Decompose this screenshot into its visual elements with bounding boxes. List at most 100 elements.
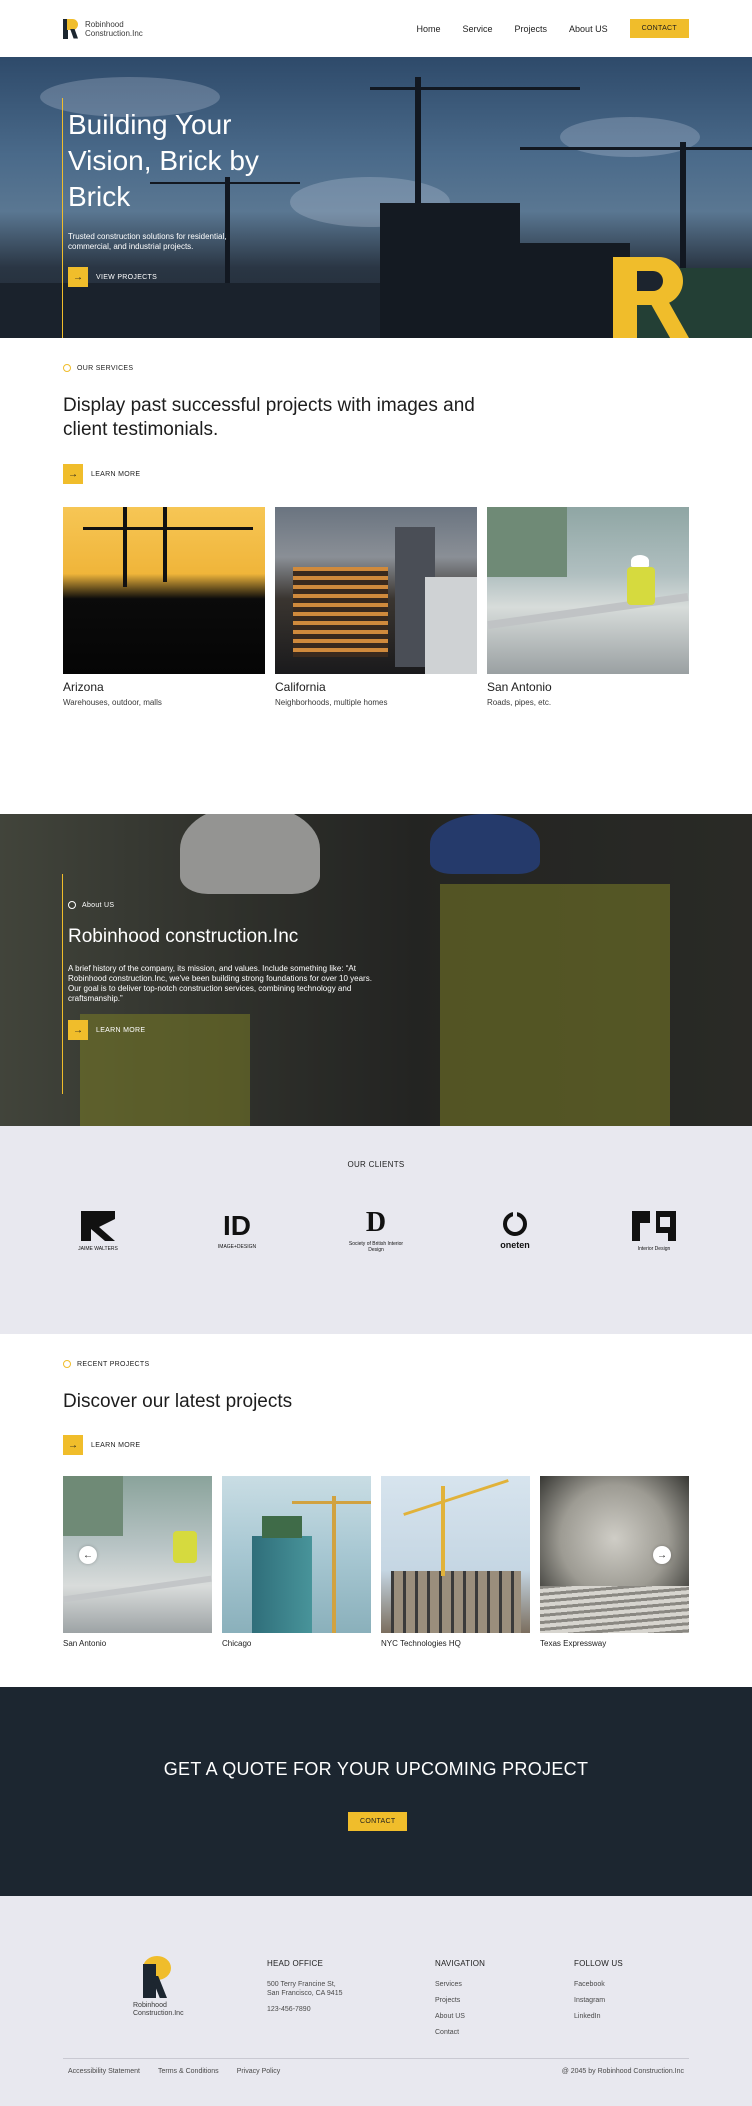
footer-link-projects[interactable]: Projects	[435, 1996, 485, 2005]
terms-link[interactable]: Terms & Conditions	[158, 2068, 219, 2075]
quote-section: GET A QUOTE FOR YOUR UPCOMING PROJECT CO…	[0, 1687, 752, 1896]
brand-name: Robinhood Construction.Inc	[85, 20, 143, 38]
client-glyph: ID	[223, 1210, 251, 1241]
footer-brand-line-1: Robinhood	[133, 2002, 167, 2009]
privacy-link[interactable]: Privacy Policy	[237, 2068, 281, 2075]
client-logo-interior-design: Interior Design	[619, 1209, 689, 1252]
carousel-prev-button[interactable]: ←	[79, 1546, 97, 1564]
client-logo-oneten: oneten	[480, 1211, 550, 1250]
footer-link-services[interactable]: Services	[435, 1980, 485, 1989]
footer-logo-icon[interactable]	[133, 1956, 173, 1998]
service-card[interactable]: Arizona Warehouses, outdoor, malls	[63, 507, 265, 707]
sun-icon	[63, 1360, 71, 1368]
footer-link-facebook[interactable]: Facebook	[574, 1980, 623, 1989]
follow-title: FOLLOW US	[574, 1959, 623, 1968]
service-desc: Neighborhoods, multiple homes	[275, 698, 388, 707]
client-logo-jaime-walters: JAIME WALTERS	[63, 1209, 133, 1252]
hero-section: Building Your Vision, Brick by Brick Tru…	[0, 57, 752, 338]
service-desc: Warehouses, outdoor, malls	[63, 698, 162, 707]
client-caption: Society of British Interior Design	[348, 1241, 404, 1253]
learn-more-label: LEARN MORE	[91, 1441, 141, 1449]
footer-link-linkedin[interactable]: LinkedIn	[574, 2012, 623, 2021]
recent-projects-section: RECENT PROJECTS Discover our latest proj…	[0, 1334, 752, 1687]
about-eyebrow: About US	[68, 901, 114, 909]
address-line-1: 500 Terry Francine St,	[267, 1981, 336, 1988]
footer-brand: Robinhood Construction.Inc	[133, 2002, 184, 2018]
footer-head-office: HEAD OFFICE 500 Terry Francine St, San F…	[267, 1959, 343, 2021]
hero-accent-line	[62, 98, 63, 338]
services-section: OUR SERVICES Display past successful pro…	[0, 338, 752, 814]
footer-follow: FOLLOW US Facebook Instagram LinkedIn	[574, 1959, 623, 2028]
service-name: California	[275, 680, 326, 694]
services-eyebrow: OUR SERVICES	[63, 364, 689, 372]
contact-button[interactable]: CONTACT	[629, 19, 689, 38]
recent-eyebrow-label: RECENT PROJECTS	[77, 1360, 150, 1368]
learn-more-label: LEARN MORE	[91, 470, 141, 478]
footer-link-instagram[interactable]: Instagram	[574, 1996, 623, 2005]
about-learn-more-button[interactable]: → LEARN MORE	[68, 1020, 145, 1040]
carousel-next-button[interactable]: →	[653, 1546, 671, 1564]
project-name: NYC Technologies HQ	[381, 1639, 461, 1648]
nav-about[interactable]: About US	[569, 24, 608, 34]
main-nav: Home Service Projects About US CONTACT	[417, 19, 689, 38]
hero-cloud	[560, 117, 700, 157]
services-grid: Arizona Warehouses, outdoor, malls Calif…	[63, 507, 689, 707]
jaime-walters-logo-icon	[81, 1211, 115, 1241]
building-silhouette	[380, 203, 520, 338]
project-card[interactable]: Chicago	[222, 1476, 371, 1648]
project-name: San Antonio	[63, 1639, 107, 1648]
services-learn-more-button[interactable]: → LEARN MORE	[63, 464, 689, 484]
client-logos: JAIME WALTERS ID IMAGE+DESIGN D Society …	[63, 1208, 689, 1253]
crane-jib	[370, 87, 580, 90]
arrow-right-icon: →	[63, 1435, 83, 1455]
navigation-title: NAVIGATION	[435, 1959, 486, 1968]
brand-r-mark-icon	[613, 257, 689, 338]
service-desc: Roads, pipes, etc.	[487, 698, 552, 707]
service-card[interactable]: California Neighborhoods, multiple homes	[275, 507, 477, 707]
arrow-left-icon: ←	[83, 1549, 93, 1561]
brand-logo[interactable]: Robinhood Construction.Inc	[63, 18, 143, 39]
footer-link-contact[interactable]: Contact	[435, 2028, 485, 2037]
accessibility-link[interactable]: Accessibility Statement	[68, 2068, 140, 2075]
nav-service[interactable]: Service	[463, 24, 493, 34]
project-card[interactable]: NYC Technologies HQ	[381, 1476, 530, 1648]
footer-brand-line-2: Construction.Inc	[133, 2010, 184, 2017]
project-name: Texas Expressway	[540, 1639, 607, 1648]
quote-title: GET A QUOTE FOR YOUR UPCOMING PROJECT	[163, 1759, 589, 1779]
hero-title: Building Your Vision, Brick by Brick	[68, 109, 259, 212]
recent-learn-more-button[interactable]: → LEARN MORE	[63, 1435, 689, 1455]
client-glyph: D	[365, 1207, 387, 1238]
view-projects-button[interactable]: → VIEW PROJECTS	[68, 267, 157, 287]
footer-bottom-bar: Accessibility Statement Terms & Conditio…	[68, 2068, 684, 2075]
site-footer: Robinhood Construction.Inc HEAD OFFICE 5…	[0, 1896, 752, 2106]
about-eyebrow-label: About US	[82, 901, 115, 909]
arrow-right-icon: →	[68, 267, 88, 287]
client-caption: Interior Design	[637, 1246, 671, 1252]
legal-links: Accessibility Statement Terms & Conditio…	[68, 2068, 280, 2075]
service-name: Arizona	[63, 680, 104, 694]
brand-line-2: Construction.Inc	[85, 28, 143, 38]
about-body: A brief history of the company, its miss…	[68, 964, 372, 1003]
footer-navigation: NAVIGATION Services Projects About US Co…	[435, 1959, 485, 2044]
recent-eyebrow: RECENT PROJECTS	[63, 1360, 689, 1368]
quote-contact-button[interactable]: CONTACT	[348, 1812, 408, 1831]
footer-divider	[63, 2058, 689, 2059]
about-title: Robinhood construction.Inc	[68, 926, 299, 947]
site-header: Robinhood Construction.Inc Home Service …	[0, 0, 752, 57]
client-caption: JAIME WALTERS	[78, 1246, 118, 1252]
recent-title: Discover our latest projects	[63, 1391, 293, 1412]
nav-home[interactable]: Home	[417, 24, 441, 34]
project-image-chicago	[222, 1476, 371, 1633]
nav-projects[interactable]: Projects	[515, 24, 548, 34]
project-name: Chicago	[222, 1639, 252, 1648]
learn-more-label: LEARN MORE	[96, 1026, 146, 1034]
phone-number[interactable]: 123-456-7890	[267, 2005, 343, 2014]
clients-section: OUR CLIENTS JAIME WALTERS ID IMAGE+DESIG…	[0, 1126, 752, 1334]
service-card[interactable]: San Antonio Roads, pipes, etc.	[487, 507, 689, 707]
interior-design-logo-icon	[632, 1211, 676, 1241]
arrow-right-icon: →	[657, 1549, 667, 1561]
sun-icon	[68, 901, 76, 909]
client-logo-society-british-interior-design: D Society of British Interior Design	[341, 1207, 411, 1254]
footer-link-about[interactable]: About US	[435, 2012, 485, 2021]
address-line-2: San Francisco, CA 9415	[267, 1990, 343, 1997]
